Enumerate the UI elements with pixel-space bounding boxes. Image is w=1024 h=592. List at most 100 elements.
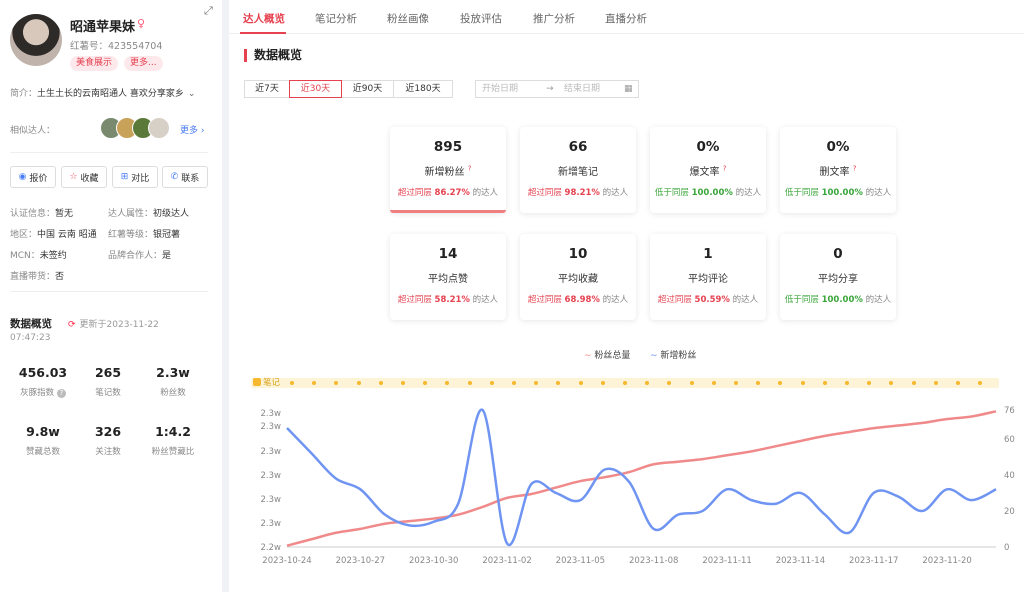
note-dot[interactable] (623, 381, 627, 385)
range-7d[interactable]: 近7天 (244, 80, 290, 98)
legend-total[interactable]: ∼ 粉丝总量 (584, 348, 630, 361)
series-total-fans-line[interactable] (286, 410, 997, 547)
note-dot[interactable] (290, 381, 294, 385)
card-avg-saves[interactable]: 10 平均收藏 超过同层 68.98% 的达人 (520, 234, 636, 320)
card-label: 新增粉丝 ? (424, 164, 472, 178)
chevron-down-icon[interactable]: ⌄ (188, 89, 196, 99)
stat-index: 456.03 灰豚指数 ? (18, 365, 68, 398)
help-icon[interactable]: ? (723, 165, 727, 173)
card-label: 爆文率 ? (689, 164, 727, 178)
range-90d[interactable]: 近90天 (341, 80, 394, 98)
card-label: 平均收藏 (558, 274, 598, 285)
overview-title: 数据概览 (10, 318, 52, 330)
card-value: 0 (833, 246, 843, 262)
update-info[interactable]: ⟳ 更新于2023-11-22 (68, 317, 159, 330)
stat-fans: 2.3w 粉丝数 (156, 365, 190, 398)
x-tick: 2023-11-17 (849, 556, 898, 566)
card-compare: 超过同层 98.21% 的达人 (527, 188, 629, 198)
card-new-fans[interactable]: 895 新增粉丝 ? 超过同层 86.27% 的达人 (390, 127, 506, 213)
card-avg-likes[interactable]: 14 平均点赞 超过同层 58.21% 的达人 (390, 234, 506, 320)
contact-button[interactable]: ✆ 联系 (162, 166, 208, 188)
note-dot[interactable] (933, 381, 938, 385)
quote-icon: ◉ (18, 172, 27, 182)
end-date-input[interactable]: 结束日期 (564, 81, 600, 97)
tab-live[interactable]: 直播分析 (605, 11, 647, 26)
more-tags[interactable]: 更多... (124, 56, 163, 71)
active-card-bar (390, 210, 506, 213)
refresh-icon[interactable]: ⟳ (68, 320, 76, 330)
expand-icon[interactable]: ⤢ (204, 4, 213, 18)
fans-trend-chart[interactable]: 2.2w 2.3w 2.3w 2.3w 2.3w 2.3w 2.3w 0 20 40 60 76 202… (229, 395, 1024, 592)
quote-button[interactable]: ◉ 报价 (10, 166, 56, 188)
note-dot[interactable] (822, 381, 827, 385)
card-value: 66 (568, 139, 588, 155)
card-viral-rate[interactable]: 0% 爆文率 ? 低于同层 100.00% 的达人 (650, 127, 766, 213)
card-value: 10 (568, 246, 588, 262)
stat-likes: 9.8w 赞藏总数 (25, 424, 60, 457)
date-range-picker[interactable]: 开始日期 → 结束日期 ▦ (475, 80, 639, 98)
compare-button[interactable]: ⊞ 对比 (112, 166, 158, 188)
card-new-notes[interactable]: 66 新增笔记 超过同层 98.21% 的达人 (520, 127, 636, 213)
mcn-info: MCN：未签约 (10, 251, 67, 261)
note-dot[interactable] (578, 381, 583, 385)
note-dot[interactable] (378, 381, 383, 385)
card-label: 平均分享 (818, 274, 858, 285)
x-tick: 2023-10-27 (336, 556, 385, 566)
card-compare: 超过同层 50.59% 的达人 (657, 295, 759, 305)
note-dot[interactable] (467, 381, 472, 385)
series-new-fans-line[interactable] (286, 408, 997, 547)
card-value: 0% (826, 139, 850, 155)
tab-promotion[interactable]: 推广分析 (533, 11, 575, 26)
compare-icon: ⊞ (120, 172, 129, 182)
x-tick: 2023-11-11 (702, 556, 751, 566)
note-dot[interactable] (845, 381, 849, 385)
star-icon: ☆ (69, 172, 78, 182)
note-dot[interactable] (600, 381, 605, 385)
card-value: 0% (696, 139, 720, 155)
note-dot[interactable] (401, 381, 405, 385)
y-left-tick: 2.3w (261, 447, 282, 457)
card-avg-shares[interactable]: 0 平均分享低于同层 100.00% 的达人 (780, 234, 896, 320)
card-avg-comments[interactable]: 1 平均评论 超过同层 50.59% 的达人 (650, 234, 766, 320)
note-dot[interactable] (911, 381, 916, 385)
stat-follow: 326 关注数 (94, 424, 122, 457)
profile-sidebar: 昭通苹果妹 ♀ 红薯号：423554704 美食展示 更多... ⤢ 简介：土生… (0, 0, 222, 592)
tab-notes[interactable]: 笔记分析 (315, 11, 357, 26)
category-tag[interactable]: 美食展示 (70, 56, 119, 71)
similar-more-link[interactable]: 更多 › (180, 123, 204, 136)
note-dot[interactable] (734, 381, 738, 385)
card-value: 895 (433, 139, 463, 155)
note-dot[interactable] (800, 381, 805, 385)
tab-fans[interactable]: 粉丝画像 (387, 11, 429, 26)
card-delete-rate[interactable]: 0% 删文率 ? 低于同层 100.00% 的达人 (780, 127, 896, 213)
help-icon[interactable]: ? (56, 389, 66, 398)
live-info: 直播带货：否 (10, 272, 65, 282)
note-dot[interactable] (489, 381, 494, 385)
similar-label: 相似达人： (10, 126, 56, 136)
range-30d[interactable]: 近30天 (289, 80, 342, 98)
stat-notes: 265 笔记数 (94, 365, 122, 398)
note-dot[interactable] (512, 381, 516, 385)
bio-text: 土生土长的云南昭通人 喜欢分享家乡 (37, 89, 184, 99)
card-compare: 低于同层 100.00% 的达人 (784, 295, 892, 305)
note-dot[interactable] (956, 381, 960, 385)
start-date-input[interactable]: 开始日期 (482, 81, 518, 97)
notes-label: 笔记 (253, 378, 280, 388)
calendar-icon[interactable]: ▦ (624, 81, 633, 97)
legend-new[interactable]: ∼ 新增粉丝 (650, 348, 696, 361)
note-dot[interactable] (689, 381, 694, 385)
tab-overview[interactable]: 达人概览 (243, 11, 285, 26)
similar-avatar[interactable] (148, 117, 170, 139)
arrow-icon: → (546, 84, 554, 94)
y-left-tick: 2.3w (261, 519, 282, 529)
help-icon[interactable]: ? (853, 165, 857, 173)
note-dot[interactable] (356, 381, 361, 385)
card-value: 14 (438, 246, 458, 262)
divider (10, 291, 208, 292)
help-icon[interactable]: ? (468, 165, 472, 173)
card-label: 平均评论 (688, 274, 728, 285)
note-dot[interactable] (711, 381, 716, 385)
range-180d[interactable]: 近180天 (393, 80, 453, 98)
tab-placement[interactable]: 投放评估 (460, 11, 502, 26)
favorite-button[interactable]: ☆ 收藏 (61, 166, 107, 188)
